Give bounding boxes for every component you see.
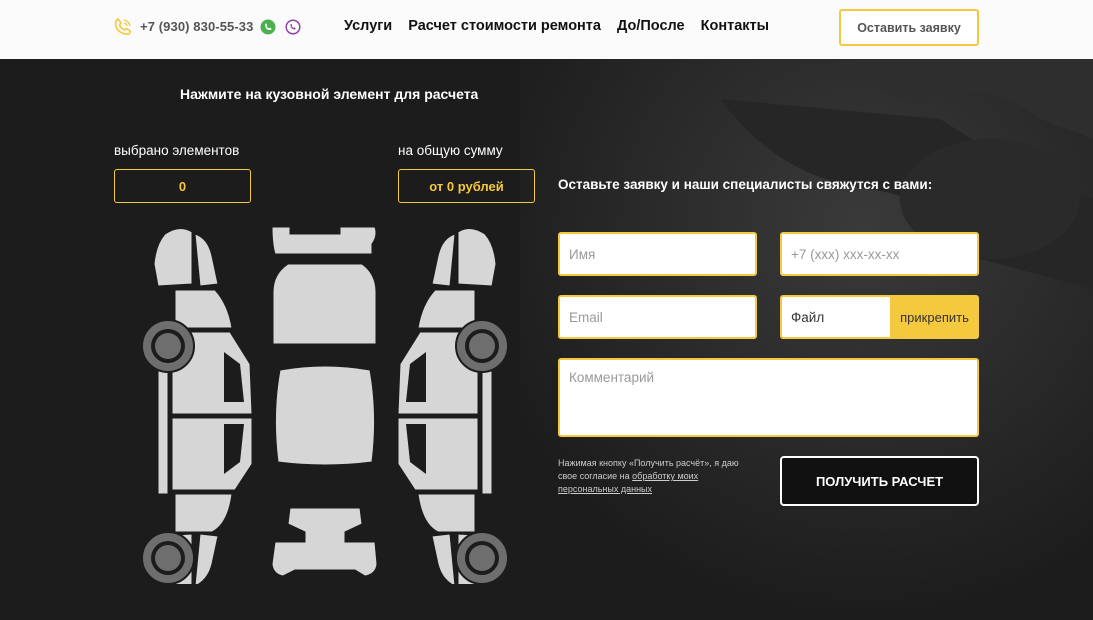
- form-title: Оставьте заявку и наши специалисты свяжу…: [558, 177, 933, 192]
- attach-file-button[interactable]: прикрепить: [890, 295, 979, 339]
- whatsapp-icon[interactable]: [260, 19, 276, 35]
- car-part-right-front-fender[interactable]: [457, 228, 497, 287]
- car-part-rear-bumper-top[interactable]: [271, 507, 378, 577]
- car-part-right-trunk[interactable]: [417, 493, 476, 533]
- nav-services[interactable]: Услуги: [344, 18, 392, 34]
- car-part-right-rear-bumper[interactable]: [431, 533, 456, 584]
- comment-textarea[interactable]: Комментарий: [558, 358, 979, 437]
- viber-icon[interactable]: [285, 19, 301, 35]
- car-part-right-hood[interactable]: [417, 289, 476, 329]
- request-button[interactable]: Оставить заявку: [839, 9, 979, 46]
- car-part-left-trunk[interactable]: [174, 493, 233, 533]
- mechanic-background-photo: [520, 59, 1093, 620]
- nav-contacts[interactable]: Контакты: [701, 18, 769, 34]
- car-part-right-front-bumper[interactable]: [431, 233, 456, 287]
- main-nav: Услуги Расчет стоимости ремонта До/После…: [344, 18, 769, 34]
- nav-before-after[interactable]: До/После: [617, 18, 685, 34]
- total-sum-value: от 0 рублей: [398, 169, 535, 203]
- name-input[interactable]: Имя: [558, 232, 757, 276]
- total-sum-label: на общую сумму: [398, 143, 503, 158]
- get-estimate-button[interactable]: ПОЛУЧИТЬ РАСЧЕТ: [780, 456, 979, 506]
- site-header: +7 (930) 830-55-33 Услуги Расчет стоимос…: [0, 0, 1093, 59]
- calculator-title: Нажмите на кузовной элемент для расчета: [180, 86, 479, 102]
- car-body-diagram: [141, 226, 509, 584]
- car-part-left-front-bumper[interactable]: [194, 233, 219, 287]
- phone-icon[interactable]: [113, 17, 133, 37]
- header-phone[interactable]: +7 (930) 830-55-33: [140, 19, 253, 34]
- calculator-section: Нажмите на кузовной элемент для расчета …: [0, 59, 1093, 620]
- phone-input[interactable]: +7 (xxx) xxx-xx-xx: [780, 232, 979, 276]
- selected-count-label: выбрано элементов: [114, 143, 240, 158]
- nav-repair-calculation[interactable]: Расчет стоимости ремонта: [408, 18, 601, 34]
- car-part-left-front-fender[interactable]: [153, 228, 193, 287]
- car-part-left-hood[interactable]: [174, 289, 233, 329]
- file-upload: Файл прикрепить: [780, 295, 979, 339]
- car-part-hood-top[interactable]: [272, 263, 377, 345]
- file-label: Файл: [780, 295, 891, 339]
- car-part-front-bumper-top[interactable]: [271, 226, 377, 255]
- consent-note: Нажимая кнопку «Получить расчёт», я даю …: [558, 457, 758, 496]
- selected-count-value: 0: [114, 169, 251, 203]
- car-part-left-rear-bumper[interactable]: [194, 533, 219, 584]
- car-part-roof-top[interactable]: [274, 365, 376, 466]
- email-input[interactable]: Email: [558, 295, 757, 339]
